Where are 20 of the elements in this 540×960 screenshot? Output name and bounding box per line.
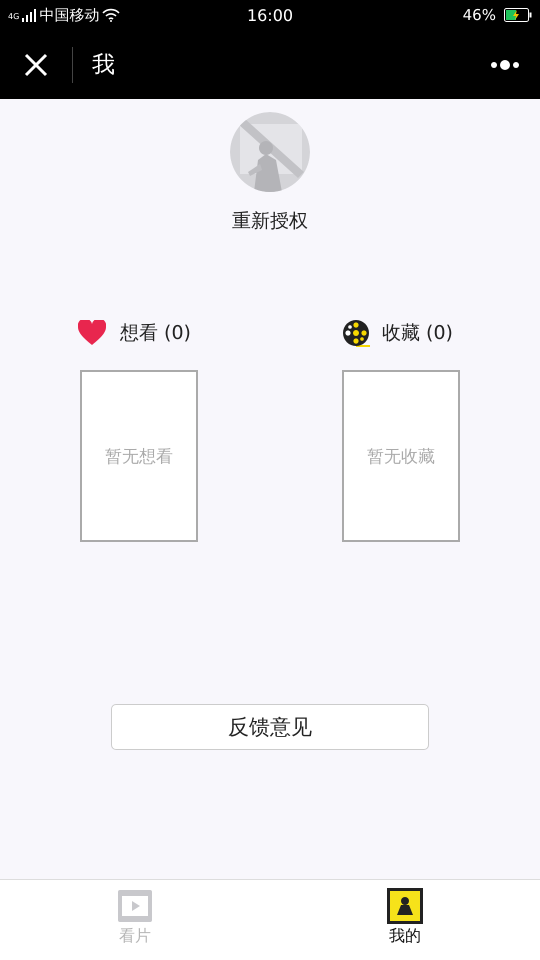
section-title: 想看 (0) xyxy=(120,321,191,346)
network-label: 4G xyxy=(8,12,20,20)
tab-item[interactable]: 我的 xyxy=(270,880,540,960)
signal-icon xyxy=(22,8,36,22)
empty-message: 暂无收藏 xyxy=(367,446,435,468)
film-play-icon xyxy=(117,888,153,924)
section-title: 收藏 (0) xyxy=(382,321,453,346)
clock-time: 16:00 xyxy=(246,6,294,24)
empty-message: 暂无想看 xyxy=(105,446,173,468)
reauthorize-link[interactable]: 重新授权 xyxy=(226,204,314,238)
more-icon[interactable] xyxy=(490,58,520,70)
film-reel-icon xyxy=(342,319,372,347)
profile-tab-icon xyxy=(387,888,423,924)
page-title: 我 xyxy=(92,51,116,80)
wifi-icon xyxy=(102,8,120,22)
close-icon[interactable] xyxy=(24,52,48,76)
carrier-name: 中国移动 xyxy=(39,6,100,24)
feedback-button[interactable]: 反馈意见 xyxy=(111,704,429,750)
battery-percent: 46% xyxy=(462,6,496,24)
heart-icon xyxy=(78,320,106,346)
